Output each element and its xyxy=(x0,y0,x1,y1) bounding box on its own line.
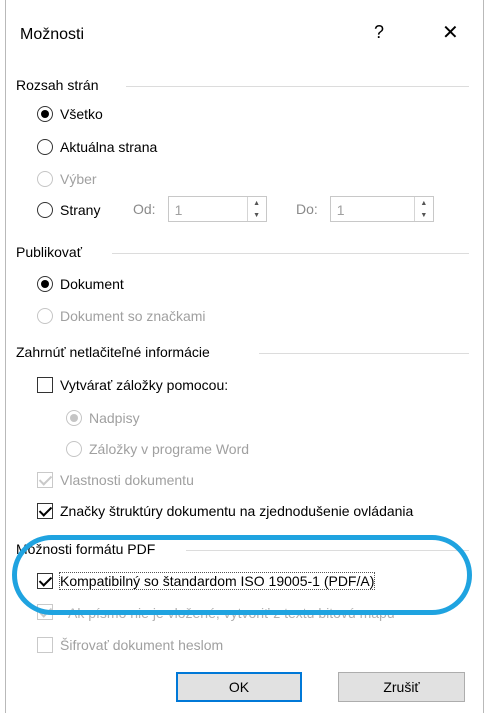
radio-selection-indicator xyxy=(37,171,53,187)
radio-word-bookmarks-label: Záložky v programe Word xyxy=(89,441,250,457)
checkbox-structure-tags-box[interactable] xyxy=(37,503,53,519)
checkbox-structure-tags-label: Značky štruktúry dokumentu na zjednoduše… xyxy=(60,503,414,519)
radio-word-bookmarks: Záložky v programe Word xyxy=(66,441,249,457)
radio-all[interactable]: Všetko xyxy=(37,106,103,122)
radio-document[interactable]: Dokument xyxy=(37,276,124,292)
checkbox-iso-pdfa-box[interactable] xyxy=(37,573,53,589)
radio-headings-label: Nadpisy xyxy=(89,410,140,426)
to-spinner-buttons: ▲ ▼ xyxy=(413,197,433,221)
from-spinner-buttons: ▲ ▼ xyxy=(246,197,266,221)
checkbox-encrypt-label: Šifrovať dokument heslom xyxy=(60,637,224,653)
radio-all-indicator[interactable] xyxy=(37,106,53,122)
to-value: 1 xyxy=(336,202,345,218)
radio-pages[interactable]: Strany xyxy=(37,202,100,218)
radio-pages-label: Strany xyxy=(60,202,101,218)
page-range-label: Rozsah strán xyxy=(16,77,105,93)
checkbox-iso-pdfa[interactable]: Kompatibilný so štandardom ISO 19005-1 (… xyxy=(37,572,376,590)
checkbox-create-bookmarks[interactable]: Vytvárať záložky pomocou: xyxy=(37,377,228,393)
radio-document-markup-indicator xyxy=(37,308,53,324)
from-label: Od: xyxy=(133,201,156,217)
radio-headings-indicator xyxy=(66,410,82,426)
radio-current-label: Aktuálna strana xyxy=(60,139,158,155)
title-bar: Možnosti ? ✕ xyxy=(6,0,483,66)
nonprint-label: Zahrnúť netlačiteľné informácie xyxy=(16,344,216,360)
checkbox-create-bookmarks-label: Vytvárať záložky pomocou: xyxy=(60,377,229,393)
radio-selection: Výber xyxy=(37,171,97,187)
from-value: 1 xyxy=(174,202,183,218)
checkbox-bitmap-text xyxy=(37,604,60,620)
radio-document-markup: Dokument so značkami xyxy=(37,308,206,324)
checkbox-bitmap-text-label: Ak písmo nie je vložené, vytvoriť z text… xyxy=(68,605,395,621)
radio-selection-label: Výber xyxy=(60,171,97,187)
publish-label: Publikovať xyxy=(16,244,88,260)
radio-word-bookmarks-indicator xyxy=(66,441,82,457)
cancel-button[interactable]: Zrušiť xyxy=(338,672,465,702)
checkbox-encrypt-box xyxy=(37,637,53,653)
checkbox-structure-tags[interactable]: Značky štruktúry dokumentu na zjednoduše… xyxy=(37,503,413,519)
dialog-title: Možnosti xyxy=(20,26,85,43)
to-down-arrow-icon[interactable]: ▼ xyxy=(415,209,433,221)
pdf-divider xyxy=(186,550,469,551)
from-spinner[interactable]: 1 ▲ ▼ xyxy=(167,196,267,222)
checkbox-doc-properties-label: Vlastnosti dokumentu xyxy=(60,472,194,488)
radio-current-page[interactable]: Aktuálna strana xyxy=(37,139,157,155)
radio-headings: Nadpisy xyxy=(66,410,140,426)
radio-pages-indicator[interactable] xyxy=(37,202,53,218)
radio-document-indicator[interactable] xyxy=(37,276,53,292)
to-label: Do: xyxy=(296,201,318,217)
to-spinner[interactable]: 1 ▲ ▼ xyxy=(329,196,434,222)
help-button[interactable]: ? xyxy=(374,22,384,43)
options-dialog: Možnosti ? ✕ Rozsah strán Všetko Aktuáln… xyxy=(5,0,484,713)
pdf-options-label: Možnosti formátu PDF xyxy=(16,541,162,557)
ok-button[interactable]: OK xyxy=(176,672,302,702)
to-spinner-group: Do: 1 ▲ ▼ xyxy=(296,196,434,222)
publish-divider xyxy=(112,253,469,254)
page-range-divider xyxy=(126,86,469,87)
checkbox-iso-pdfa-label: Kompatibilný so štandardom ISO 19005-1 (… xyxy=(58,572,376,590)
radio-document-label: Dokument xyxy=(60,276,124,292)
radio-current-indicator[interactable] xyxy=(37,139,53,155)
radio-document-markup-label: Dokument so značkami xyxy=(60,308,206,324)
nonprint-divider xyxy=(259,353,469,354)
from-up-arrow-icon[interactable]: ▲ xyxy=(248,197,266,209)
checkbox-bitmap-text-box xyxy=(37,604,53,620)
from-spinner-group: Od: 1 ▲ ▼ xyxy=(133,196,267,222)
radio-all-label: Všetko xyxy=(60,106,103,122)
close-button[interactable]: ✕ xyxy=(442,20,459,45)
checkbox-create-bookmarks-box[interactable] xyxy=(37,377,53,393)
to-up-arrow-icon[interactable]: ▲ xyxy=(415,197,433,209)
checkbox-encrypt: Šifrovať dokument heslom xyxy=(37,637,223,653)
checkbox-doc-properties-box xyxy=(37,472,53,488)
checkbox-doc-properties: Vlastnosti dokumentu xyxy=(37,472,194,488)
from-down-arrow-icon[interactable]: ▼ xyxy=(248,209,266,221)
